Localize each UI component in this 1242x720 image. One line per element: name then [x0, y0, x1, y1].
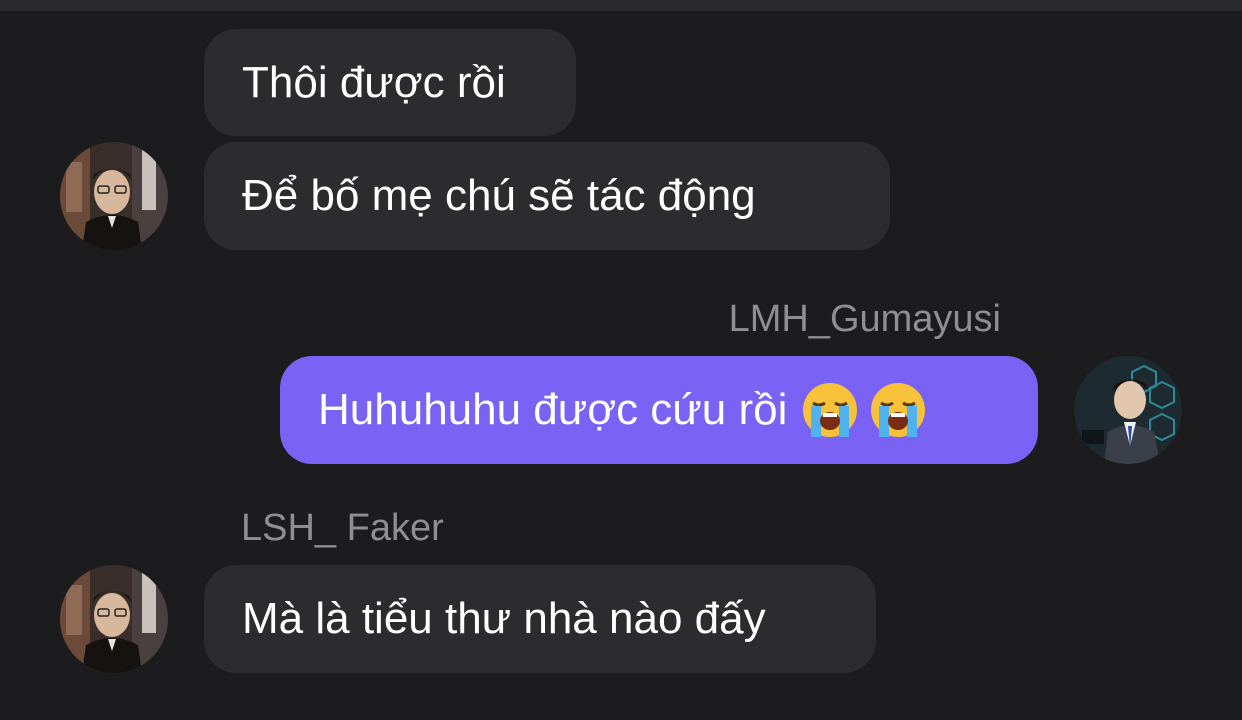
emoji-group — [801, 381, 927, 439]
sender-name: LMH_Gumayusi — [728, 298, 1001, 340]
avatar[interactable] — [60, 565, 168, 673]
loudly-crying-face-icon — [803, 383, 858, 437]
avatar[interactable] — [60, 142, 168, 250]
message-text: Thôi được rồi — [242, 57, 506, 107]
message-bubble[interactable]: Để bố mẹ chú sẽ tác động — [204, 142, 890, 250]
avatar-photo — [1074, 356, 1182, 464]
sender-name: LSH_ Faker — [241, 507, 444, 549]
message-text: Mà là tiểu thư nhà nào đấy — [242, 594, 766, 643]
avatar-photo — [60, 565, 168, 673]
message-text: Để bố mẹ chú sẽ tác động — [242, 171, 756, 220]
avatar[interactable] — [1074, 356, 1182, 464]
message-bubble[interactable]: Mà là tiểu thư nhà nào đấy — [204, 565, 876, 673]
message-text: Huhuhuhu được cứu rồi — [318, 385, 788, 434]
top-edge — [0, 0, 1242, 11]
avatar-photo — [60, 142, 168, 250]
loudly-crying-face-icon — [871, 383, 926, 437]
message-bubble-outgoing[interactable]: Huhuhuhu được cứu rồi — [280, 356, 1038, 464]
message-bubble[interactable]: Thôi được rồi — [204, 29, 576, 136]
